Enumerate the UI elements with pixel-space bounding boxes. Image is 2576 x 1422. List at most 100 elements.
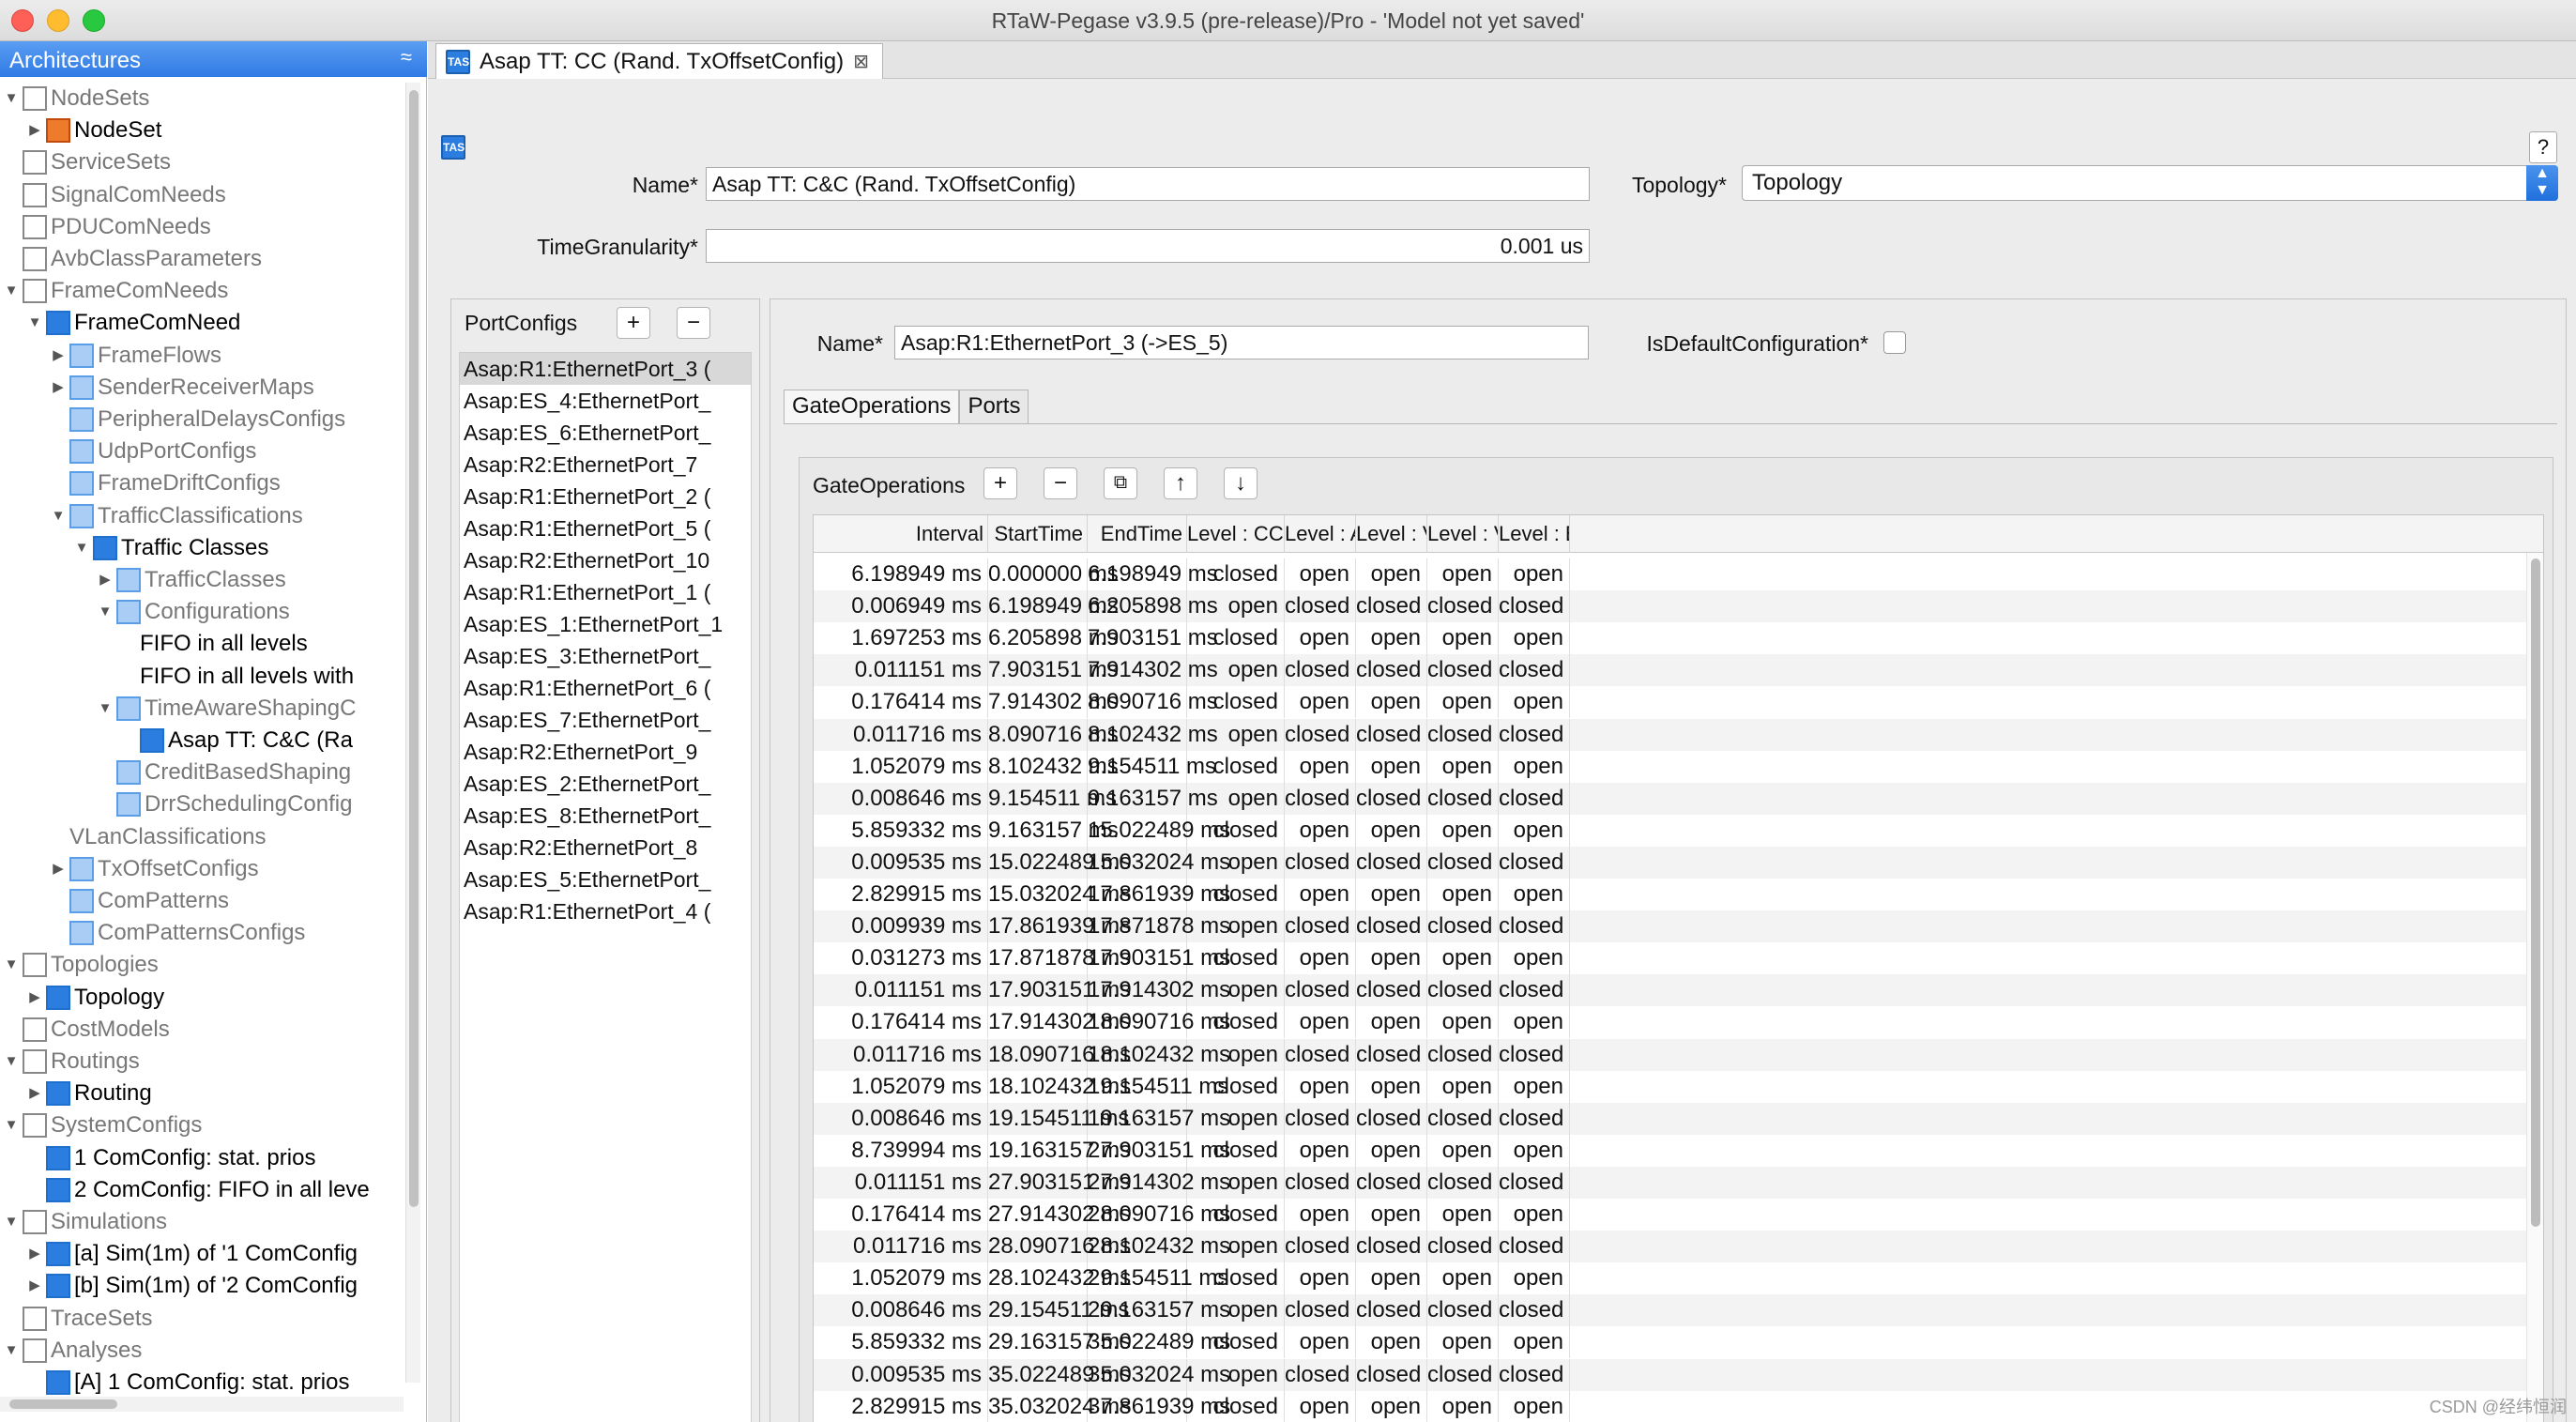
table-cell[interactable]: open xyxy=(1285,1390,1356,1422)
table-cell[interactable]: open xyxy=(1427,814,1499,847)
table-cell[interactable]: 2.829915 ms xyxy=(814,1390,988,1422)
table-cell[interactable]: closed xyxy=(1427,974,1499,1007)
table-cell[interactable]: closed xyxy=(1427,718,1499,751)
table-cell[interactable]: 18.090716 ms xyxy=(1088,1006,1230,1039)
table-cell[interactable]: 0.011151 ms xyxy=(814,1166,988,1199)
table-cell[interactable]: 35.032024 ms xyxy=(988,1390,1131,1422)
table-cell[interactable]: 19.163157 ms xyxy=(1088,1102,1230,1135)
table-cell[interactable]: 29.154511 ms xyxy=(1088,1262,1228,1295)
collapsed-arrow-icon[interactable]: ▶ xyxy=(51,340,66,372)
tree-node[interactable]: ▼ FrameComNeed xyxy=(27,307,240,339)
expanded-arrow-icon[interactable]: ▼ xyxy=(98,693,113,725)
port-name-field[interactable]: Asap:R1:EthernetPort_3 (->ES_5) xyxy=(894,326,1589,359)
table-cell[interactable]: 9.163157 ms xyxy=(988,814,1119,847)
table-cell[interactable]: closed xyxy=(1356,1231,1427,1263)
table-cell[interactable]: open xyxy=(1285,622,1356,655)
table-cell[interactable]: open xyxy=(1427,1006,1499,1039)
table-cell[interactable]: closed xyxy=(1356,718,1427,751)
table-row[interactable]: 6.198949 ms 0.000000 ms 6.198949 ms closed o… xyxy=(814,558,2543,590)
table-cell[interactable]: closed xyxy=(1427,1166,1499,1199)
tree-node[interactable]: ▼ NodeSets xyxy=(4,83,149,115)
table-cell[interactable]: open xyxy=(1187,1231,1285,1263)
table-cell[interactable]: closed xyxy=(1499,974,1570,1007)
table-cell[interactable]: open xyxy=(1427,1262,1499,1295)
collapsed-arrow-icon[interactable]: ▶ xyxy=(27,115,42,146)
table-vertical-scrollbar[interactable] xyxy=(2526,553,2543,1422)
table-cell[interactable]: open xyxy=(1187,782,1285,815)
port-config-item[interactable]: Asap:ES_6:EthernetPort_ xyxy=(460,417,751,449)
table-cell[interactable]: 19.154511 ms xyxy=(1088,1070,1228,1103)
table-cell[interactable]: open xyxy=(1356,686,1427,719)
table-cell[interactable]: open xyxy=(1499,1199,1570,1231)
table-row[interactable]: 0.006949 ms 6.198949 ms 6.205898 ms open clo… xyxy=(814,590,2543,623)
tree-node[interactable]: VLanClassifications xyxy=(51,821,266,853)
expanded-arrow-icon[interactable]: ▼ xyxy=(4,949,19,981)
port-config-item[interactable]: Asap:R1:EthernetPort_6 ( xyxy=(460,672,751,704)
column-header[interactable]: EndTime xyxy=(1088,515,1187,553)
tree-node[interactable]: FIFO in all levels xyxy=(121,628,308,660)
table-cell[interactable]: closed xyxy=(1427,654,1499,687)
table-cell[interactable]: closed xyxy=(1499,1358,1570,1391)
table-cell[interactable]: 1.052079 ms xyxy=(814,750,988,783)
tree-node[interactable]: ▶ [b] Sim(1m) of '2 ComConfig xyxy=(27,1270,358,1302)
table-cell[interactable]: closed xyxy=(1356,654,1427,687)
port-config-item[interactable]: Asap:ES_5:EthernetPort_ xyxy=(460,864,751,895)
table-cell[interactable]: open xyxy=(1187,974,1285,1007)
topology-select[interactable]: Topology ▲ ▼ xyxy=(1742,165,2558,201)
tree-node[interactable]: ▶ SenderReceiverMaps xyxy=(51,372,314,404)
copy-gate-op-button[interactable]: ⧉ xyxy=(1104,467,1137,499)
table-row[interactable]: 0.011151 ms 27.903151 ms 27.914302 ms open c… xyxy=(814,1166,2543,1199)
table-cell[interactable]: 5.859332 ms xyxy=(814,1326,988,1359)
table-cell[interactable]: closed xyxy=(1356,782,1427,815)
table-cell[interactable]: closed xyxy=(1187,1199,1285,1231)
table-cell[interactable]: 17.914302 ms xyxy=(1088,974,1230,1007)
table-cell[interactable]: 15.022489 ms xyxy=(988,846,1131,879)
table-cell[interactable]: closed xyxy=(1427,1038,1499,1071)
table-cell[interactable]: open xyxy=(1499,1326,1570,1359)
table-cell[interactable]: 0.008646 ms xyxy=(814,1102,988,1135)
table-cell[interactable]: open xyxy=(1427,1070,1499,1103)
table-cell[interactable]: 28.090716 ms xyxy=(988,1231,1131,1263)
table-cell[interactable]: 29.163157 ms xyxy=(988,1326,1131,1359)
port-config-item[interactable]: Asap:R1:EthernetPort_2 ( xyxy=(460,481,751,512)
tree-node[interactable]: PeripheralDelaysConfigs xyxy=(51,404,345,436)
table-cell[interactable]: closed xyxy=(1499,1294,1570,1327)
tree-node[interactable]: 1 ComConfig: stat. prios xyxy=(27,1142,315,1174)
table-row[interactable]: 5.859332 ms 29.163157 ms 35.022489 ms close… xyxy=(814,1326,2543,1359)
table-cell[interactable]: 6.198949 ms xyxy=(1088,558,1218,590)
column-header[interactable]: StartTime xyxy=(988,515,1088,553)
tree-horizontal-scrollbar[interactable] xyxy=(0,1397,404,1412)
table-cell[interactable]: 8.102432 ms xyxy=(1088,718,1218,751)
expanded-arrow-icon[interactable]: ▼ xyxy=(4,1109,19,1141)
table-cell[interactable]: open xyxy=(1356,1326,1427,1359)
port-config-item[interactable]: Asap:ES_7:EthernetPort_ xyxy=(460,704,751,736)
tab-gate-operations[interactable]: GateOperations xyxy=(784,390,960,423)
table-cell[interactable]: open xyxy=(1427,622,1499,655)
table-cell[interactable]: 0.011151 ms xyxy=(814,654,988,687)
expanded-arrow-icon[interactable]: ▼ xyxy=(4,1046,19,1078)
table-cell[interactable]: closed xyxy=(1187,622,1285,655)
table-cell[interactable]: 0.011151 ms xyxy=(814,974,988,1007)
tree-node[interactable]: SignalComNeeds xyxy=(4,179,226,211)
table-cell[interactable]: closed xyxy=(1285,1231,1356,1263)
port-config-item[interactable]: Asap:R2:EthernetPort_7 xyxy=(460,449,751,481)
table-cell[interactable]: 17.861939 ms xyxy=(1088,879,1230,910)
table-cell[interactable]: 7.903151 ms xyxy=(1088,622,1218,655)
table-cell[interactable]: open xyxy=(1427,879,1499,910)
tree-node[interactable]: ▶ Routing xyxy=(27,1078,152,1109)
table-cell[interactable]: 29.154511 ms xyxy=(988,1294,1129,1327)
name-field[interactable]: Asap TT: C&C (Rand. TxOffsetConfig) xyxy=(706,167,1590,201)
table-cell[interactable]: open xyxy=(1187,1358,1285,1391)
tree-node[interactable]: ▶ [a] Sim(1m) of '1 ComConfig xyxy=(27,1238,358,1270)
table-cell[interactable]: closed xyxy=(1187,942,1285,975)
table-cell[interactable]: open xyxy=(1285,1326,1356,1359)
tree-node[interactable]: FIFO in all levels with xyxy=(121,661,354,693)
table-cell[interactable]: closed xyxy=(1285,1166,1356,1199)
table-cell[interactable]: open xyxy=(1285,1006,1356,1039)
table-cell[interactable]: open xyxy=(1187,1102,1285,1135)
table-cell[interactable]: closed xyxy=(1356,974,1427,1007)
table-row[interactable]: 0.176414 ms 7.914302 ms 8.090716 ms closed o… xyxy=(814,686,2543,719)
table-cell[interactable]: 9.163157 ms xyxy=(1088,782,1218,815)
table-cell[interactable]: closed xyxy=(1285,846,1356,879)
table-cell[interactable]: 7.914302 ms xyxy=(1088,654,1218,687)
